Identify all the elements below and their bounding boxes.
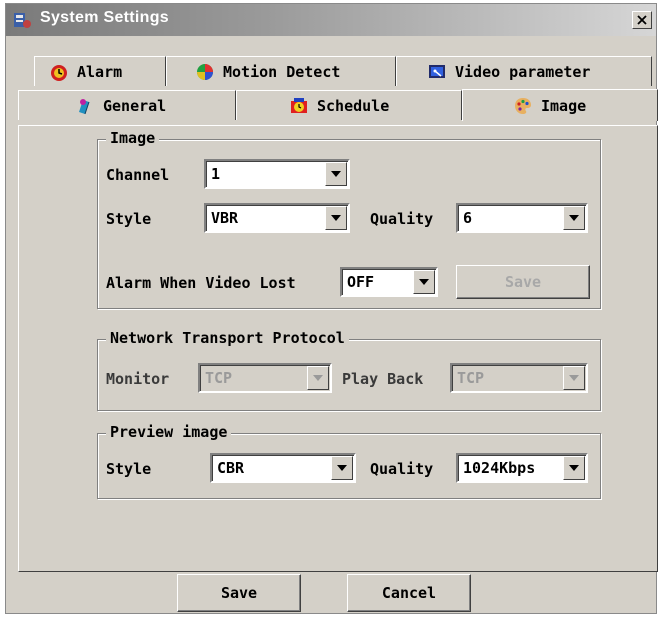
title-bar[interactable]: System Settings <box>6 4 656 36</box>
chevron-down-icon <box>337 465 347 471</box>
system-settings-window: System Settings Alarm Motion Detect Vide… <box>5 3 658 614</box>
preview-quality-label: Quality <box>370 460 434 478</box>
preview-style-select[interactable]: CBR <box>210 453 356 483</box>
close-icon <box>637 15 647 25</box>
image-save-button[interactable]: Save <box>456 265 590 299</box>
motion-detect-icon <box>197 63 213 80</box>
image-icon <box>515 97 531 114</box>
video-parameter-icon <box>429 64 445 78</box>
preview-image-group: Preview image Style CBR Quality 1024Kbps <box>97 423 601 499</box>
window-title: System Settings <box>40 9 169 26</box>
style-dropdown-button[interactable] <box>325 206 347 230</box>
network-transport-protocol-group: Network Transport Protocol Monitor TCP P… <box>97 329 601 411</box>
play-back-select[interactable]: TCP <box>450 363 588 393</box>
chevron-down-icon <box>569 465 579 471</box>
play-back-value: TCP <box>457 369 485 387</box>
image-group-title: Image <box>106 129 160 147</box>
preview-quality-select[interactable]: 1024Kbps <box>456 453 588 483</box>
channel-select[interactable]: 1 <box>204 159 350 189</box>
network-group-title: Network Transport Protocol <box>106 329 349 347</box>
chevron-down-icon <box>569 375 579 381</box>
tab-alarm[interactable]: Alarm <box>34 56 166 86</box>
settings-app-icon <box>14 13 31 28</box>
quality-select[interactable]: 6 <box>456 203 588 233</box>
preview-style-value: CBR <box>217 459 245 477</box>
alarm-icon <box>51 64 67 81</box>
tab-motion-detect[interactable]: Motion Detect <box>166 56 396 86</box>
save-button[interactable]: Save <box>177 574 301 612</box>
preview-group-title: Preview image <box>106 423 232 441</box>
preview-style-label: Style <box>106 460 152 478</box>
general-icon <box>79 98 90 114</box>
chevron-down-icon <box>313 375 323 381</box>
alarm-when-video-lost-label: Alarm When Video Lost <box>106 274 296 292</box>
tab-schedule[interactable]: Schedule <box>236 90 462 120</box>
style-value: VBR <box>211 209 239 227</box>
style-label: Style <box>106 210 152 228</box>
preview-quality-dropdown-button[interactable] <box>563 456 585 480</box>
tab-general-label: General <box>103 96 167 115</box>
tab-image-label: Image <box>541 96 587 115</box>
tab-alarm-label: Alarm <box>77 62 123 81</box>
alarm-when-video-lost-value: OFF <box>347 273 375 291</box>
tab-video-parameter[interactable]: Video parameter <box>396 56 652 86</box>
preview-quality-value: 1024Kbps <box>463 459 536 477</box>
image-tab-panel: Image Channel 1 Style VBR Quality 6 Alar… <box>18 125 658 572</box>
tab-schedule-label: Schedule <box>317 96 390 115</box>
monitor-label: Monitor <box>106 370 170 388</box>
monitor-select[interactable]: TCP <box>198 363 332 393</box>
tab-image[interactable]: Image <box>462 89 658 121</box>
channel-label: Channel <box>106 166 170 184</box>
channel-dropdown-button[interactable] <box>325 162 347 186</box>
play-back-label: Play Back <box>342 370 424 388</box>
chevron-down-icon <box>569 215 579 221</box>
schedule-icon <box>291 97 307 113</box>
monitor-value: TCP <box>205 369 233 387</box>
close-button[interactable] <box>632 11 652 29</box>
quality-dropdown-button[interactable] <box>563 206 585 230</box>
tab-video-parameter-label: Video parameter <box>455 62 591 81</box>
preview-style-dropdown-button[interactable] <box>331 456 353 480</box>
quality-label: Quality <box>370 210 434 228</box>
chevron-down-icon <box>331 215 341 221</box>
alarm-when-video-lost-select[interactable]: OFF <box>340 267 438 297</box>
style-select[interactable]: VBR <box>204 203 350 233</box>
cancel-button[interactable]: Cancel <box>347 574 471 612</box>
channel-value: 1 <box>211 165 221 183</box>
image-group: Image Channel 1 Style VBR Quality 6 Alar… <box>97 129 601 309</box>
tab-general[interactable]: General <box>18 90 236 120</box>
chevron-down-icon <box>331 171 341 177</box>
play-back-dropdown-button[interactable] <box>563 366 585 390</box>
quality-value: 6 <box>463 209 473 227</box>
monitor-dropdown-button[interactable] <box>307 366 329 390</box>
alarm-dropdown-button[interactable] <box>413 270 435 294</box>
chevron-down-icon <box>419 279 429 285</box>
tab-motion-detect-label: Motion Detect <box>223 62 341 81</box>
